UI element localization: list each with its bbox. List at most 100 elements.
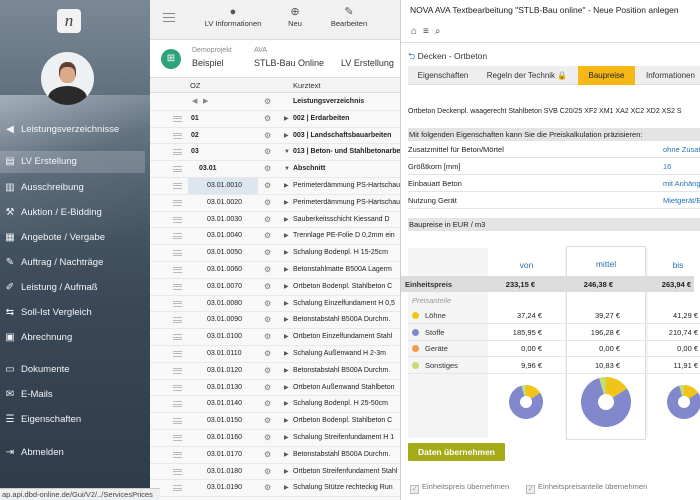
sidebar-item-dokumente[interactable]: ▭ Dokumente bbox=[0, 359, 145, 381]
gear-icon[interactable]: ⚙ bbox=[264, 413, 271, 429]
table-row[interactable]: 03.01.0010 ⚙ ▶ Perimeterdämmung PS-Hartscha… bbox=[150, 177, 400, 195]
table-row[interactable]: 03.01.0130 ⚙ ▶ Ortbeton Außenwand Stahlbeto… bbox=[150, 380, 400, 397]
expand-arrow-icon[interactable]: ▶ bbox=[284, 480, 289, 496]
expand-arrow-icon[interactable]: ▶ bbox=[284, 262, 289, 278]
nova-logo[interactable]: n bbox=[57, 9, 81, 33]
drag-handle-icon[interactable] bbox=[173, 266, 182, 273]
expand-arrow-icon[interactable]: ▶ bbox=[284, 228, 289, 244]
table-row[interactable]: 03.01.0120 ⚙ ▶ Betonstabstahl B500A Durchm. bbox=[150, 363, 400, 380]
sidebar-item-soll-ist[interactable]: ⇆ Soll-Ist Vergleich bbox=[0, 302, 145, 324]
expand-arrow-icon[interactable]: ▶ bbox=[284, 212, 289, 228]
gear-icon[interactable]: ⚙ bbox=[264, 128, 271, 144]
expand-arrow-icon[interactable]: ▶ bbox=[284, 178, 289, 194]
expand-arrow-icon[interactable]: ▶ bbox=[284, 312, 289, 328]
gear-icon[interactable]: ⚙ bbox=[264, 178, 271, 194]
gear-icon[interactable]: ⚙ bbox=[264, 430, 271, 446]
table-row[interactable]: ◀ ▶ ⚙ Leistungsverzeichnis bbox=[150, 94, 400, 111]
gear-icon[interactable]: ⚙ bbox=[264, 262, 271, 278]
expand-arrow-icon[interactable]: ▶ bbox=[284, 464, 289, 480]
expand-arrow-icon[interactable]: ▶ bbox=[284, 346, 289, 362]
sidebar-item-abmelden[interactable]: ⇥ Abmelden bbox=[0, 442, 145, 464]
table-row[interactable]: 03.01.0030 ⚙ ▶ Sauberkeitsschicht Kiessand … bbox=[150, 212, 400, 229]
cb-einheitspreisanteile[interactable]: ✓ Einheitspreisanteile übernehmen bbox=[526, 482, 647, 494]
expand-arrow-icon[interactable]: ▶ bbox=[284, 329, 289, 345]
table-row[interactable]: 03.01.0180 ⚙ ▶ Ortbeton Streifenfundament S… bbox=[150, 464, 400, 481]
gear-icon[interactable]: ⚙ bbox=[264, 144, 271, 160]
drag-handle-icon[interactable] bbox=[173, 233, 182, 240]
bearbeiten-button[interactable]: ✎ Bearbeiten bbox=[325, 6, 373, 28]
sidebar-item-leistung[interactable]: ✐ Leistung / Aufmaß bbox=[0, 277, 145, 299]
expand-arrow-icon[interactable]: ▶ bbox=[284, 279, 289, 295]
drag-handle-icon[interactable] bbox=[173, 149, 182, 156]
drag-handle-icon[interactable] bbox=[173, 350, 182, 357]
gear-icon[interactable]: ⚙ bbox=[264, 245, 271, 261]
gear-icon[interactable]: ⚙ bbox=[264, 228, 271, 244]
table-row[interactable]: 01 ⚙ ▶ 002 | Erdarbeiten bbox=[150, 111, 400, 128]
sidebar-item-auftrag[interactable]: ✎ Auftrag / Nachträge bbox=[0, 252, 145, 274]
gear-icon[interactable]: ⚙ bbox=[264, 195, 271, 211]
drag-handle-icon[interactable] bbox=[173, 401, 182, 408]
drag-handle-icon[interactable] bbox=[173, 334, 182, 341]
drag-handle-icon[interactable] bbox=[173, 132, 182, 139]
column-kurztext[interactable]: Kurztext bbox=[293, 81, 321, 90]
drag-handle-icon[interactable] bbox=[173, 468, 182, 475]
drag-handle-icon[interactable] bbox=[173, 434, 182, 441]
drag-handle-icon[interactable] bbox=[173, 418, 182, 425]
gear-icon[interactable]: ⚙ bbox=[264, 312, 271, 328]
sidebar-item-emails[interactable]: ✉ E-Mails bbox=[0, 384, 145, 406]
table-row[interactable]: 03.01.0150 ⚙ ▶ Ortbeton Bodenpl. Stahlbeton… bbox=[150, 413, 400, 430]
drag-handle-icon[interactable] bbox=[173, 199, 182, 206]
table-row[interactable]: 03.01.0170 ⚙ ▶ Betonstabstahl B500A Durchm. bbox=[150, 447, 400, 464]
gear-icon[interactable]: ⚙ bbox=[264, 212, 271, 228]
expand-arrow-icon[interactable]: ▶ bbox=[284, 195, 289, 211]
user-avatar[interactable] bbox=[41, 52, 94, 105]
drag-handle-icon[interactable] bbox=[173, 384, 182, 391]
expand-arrow-icon[interactable]: ▶ bbox=[284, 128, 289, 144]
expand-arrow-icon[interactable]: ▶ bbox=[284, 430, 289, 446]
expand-arrow-icon[interactable]: ▶ bbox=[284, 396, 289, 412]
menu-icon[interactable] bbox=[163, 13, 175, 22]
drag-handle-icon[interactable] bbox=[173, 166, 182, 173]
tree-view-icon[interactable]: ⊞ bbox=[161, 49, 181, 69]
table-row[interactable]: 03.01 ⚙ ▼ Abschnitt bbox=[150, 161, 400, 178]
table-row[interactable]: 03.01.0040 ⚙ ▶ Trennlage PE-Folie D 0,2mm e… bbox=[150, 228, 400, 246]
table-row[interactable]: 03.01.0020 ⚙ ▶ Perimeterdämmung PS-Hartscha… bbox=[150, 195, 400, 212]
table-row[interactable]: 03.01.0080 ⚙ ▶ Schalung Einzelfundament H 0… bbox=[150, 296, 400, 313]
gear-icon[interactable]: ⚙ bbox=[264, 279, 271, 295]
table-row[interactable]: 03 ⚙ ▼013 | Beton- und Stahlbetonarbeiten bbox=[150, 144, 400, 162]
sidebar-item-lv-erstellung[interactable]: ▤ LV Erstellung bbox=[0, 151, 145, 173]
drag-handle-icon[interactable] bbox=[173, 317, 182, 324]
cb-einheitspreis[interactable]: ✓ Einheitspreis übernehmen bbox=[410, 482, 509, 494]
expand-arrow-icon[interactable]: ▶ bbox=[284, 245, 289, 261]
expand-arrow-icon[interactable]: ▼ bbox=[284, 144, 290, 160]
table-row[interactable]: 02 ⚙ ▶ 003 | Landschaftsbauarbeiten bbox=[150, 128, 400, 145]
gear-icon[interactable]: ⚙ bbox=[264, 447, 271, 463]
gear-icon[interactable]: ⚙ bbox=[264, 480, 271, 496]
daten-uebernehmen-button[interactable]: Daten übernehmen bbox=[408, 443, 505, 461]
neu-button[interactable]: ⊕ Neu bbox=[280, 6, 310, 28]
gear-icon[interactable]: ⚙ bbox=[264, 380, 271, 396]
expand-arrow-icon[interactable]: ▶ bbox=[284, 447, 289, 463]
sidebar-item-ausschreibung[interactable]: ▥ Ausschreibung bbox=[0, 177, 145, 199]
table-row[interactable]: 03.01.0070 ⚙ ▶ Ortbeton Bodenpl. Stahlbeton… bbox=[150, 279, 400, 296]
table-row[interactable]: 03.01.0110 ⚙ ▶ Schalung Außenwand H 2-3m bbox=[150, 346, 400, 363]
gear-icon[interactable]: ⚙ bbox=[264, 94, 271, 110]
drag-handle-icon[interactable] bbox=[173, 451, 182, 458]
drag-handle-icon[interactable] bbox=[173, 182, 182, 189]
gear-icon[interactable]: ⚙ bbox=[264, 396, 271, 412]
table-row[interactable]: 03.01.0100 ⚙ ▶ Ortbeton Einzelfundament Sta… bbox=[150, 329, 400, 346]
table-row[interactable]: 03.01.0160 ⚙ ▶ Schalung Streifenfundament H… bbox=[150, 430, 400, 447]
drag-handle-icon[interactable] bbox=[173, 367, 182, 374]
gear-icon[interactable]: ⚙ bbox=[264, 161, 271, 177]
gear-icon[interactable]: ⚙ bbox=[264, 346, 271, 362]
expand-arrow-icon[interactable]: ▶ bbox=[284, 413, 289, 429]
drag-handle-icon[interactable] bbox=[173, 216, 182, 223]
sidebar-item-angebote[interactable]: ▦ Angebote / Vergabe bbox=[0, 227, 145, 249]
gear-icon[interactable]: ⚙ bbox=[264, 329, 271, 345]
table-row[interactable]: 03.01.0090 ⚙ ▶ Betonstabstahl B500A Durchm. bbox=[150, 312, 400, 330]
column-oz[interactable]: OZ bbox=[190, 81, 200, 90]
gear-icon[interactable]: ⚙ bbox=[264, 464, 271, 480]
sidebar-item-leistungsverzeichnisse[interactable]: ◀ Leistungsverzeichnisse bbox=[0, 119, 145, 141]
expand-arrow-icon[interactable]: ▶ bbox=[284, 296, 289, 312]
sidebar-item-eigenschaften[interactable]: ☰ Eigenschaften bbox=[0, 409, 145, 431]
